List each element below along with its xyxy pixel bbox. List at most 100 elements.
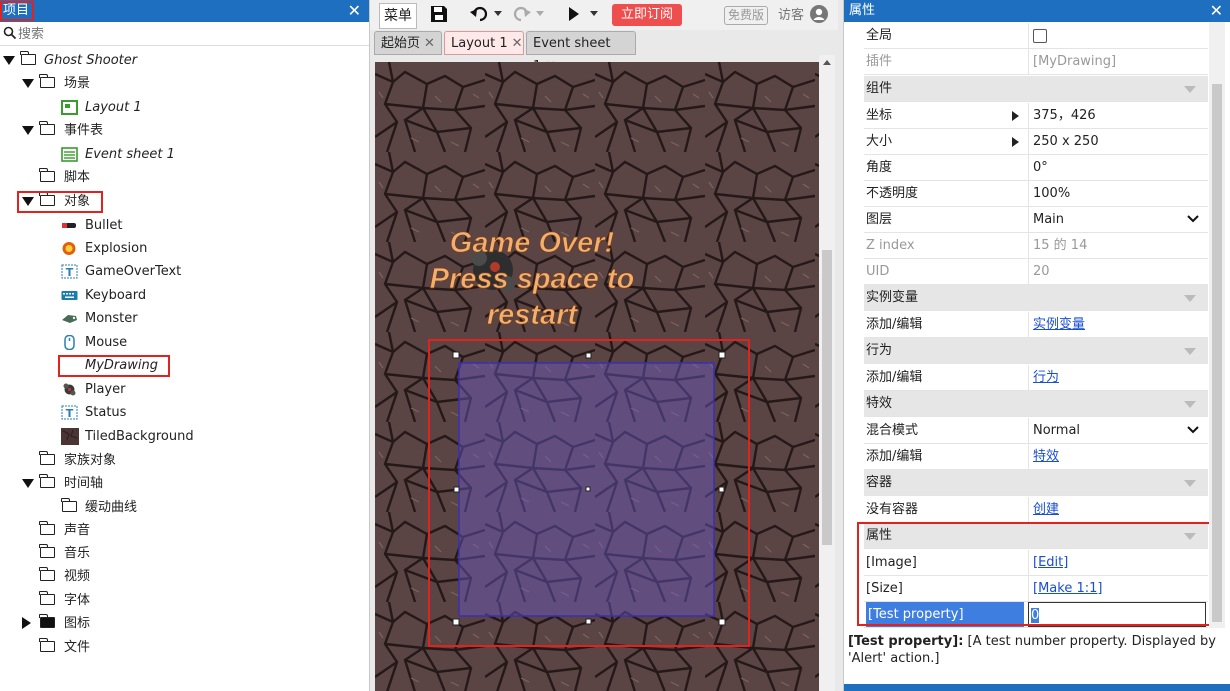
tree-folder-sounds[interactable]: 声音 xyxy=(22,519,322,542)
redo-dropdown-icon[interactable] xyxy=(536,11,544,17)
chevron-down-icon[interactable] xyxy=(1184,86,1196,93)
player-icon xyxy=(63,383,76,396)
layer-select[interactable]: Main xyxy=(1028,207,1205,232)
scrollbar-thumb[interactable] xyxy=(822,250,832,545)
tree-root-ghost-shooter[interactable]: Ghost Shooter xyxy=(3,49,363,72)
chevron-down-icon[interactable] xyxy=(1184,348,1196,355)
keyboard-icon xyxy=(61,291,78,300)
layout-icon xyxy=(61,100,78,115)
tab-start-page[interactable]: 起始页 ✕ xyxy=(374,31,442,55)
close-icon[interactable]: ✕ xyxy=(512,36,523,51)
prop-value[interactable]: 0° xyxy=(1028,155,1205,180)
canvas-vertical-scrollbar[interactable] xyxy=(819,55,835,691)
tree-item-event-sheet-1[interactable]: Event sheet 1 xyxy=(61,143,261,166)
tree-object-bullet[interactable]: Bullet xyxy=(61,214,261,237)
close-icon[interactable]: ✕ xyxy=(1210,1,1223,20)
layers-panel-header[interactable] xyxy=(844,684,1230,691)
tree-item-layout-1[interactable]: Layout 1 xyxy=(61,96,261,119)
prop-value[interactable]: 100% xyxy=(1028,181,1205,206)
instance-variables-link[interactable]: 实例变量 xyxy=(1033,317,1085,332)
chevron-down-icon[interactable] xyxy=(1187,212,1199,224)
folder-icon xyxy=(39,121,55,135)
properties-vertical-scrollbar[interactable] xyxy=(1209,22,1225,628)
redo-icon[interactable] xyxy=(511,6,531,22)
create-container-link[interactable]: 创建 xyxy=(1033,502,1059,517)
prop-category-container[interactable]: 容器 xyxy=(864,470,1208,496)
prop-row-plugin: 插件 [MyDrawing] xyxy=(864,49,1208,75)
layout-canvas[interactable]: Game Over! Press space to restart xyxy=(375,62,819,691)
tree-object-status[interactable]: T Status xyxy=(61,401,261,424)
folder-icon xyxy=(39,638,55,652)
tree-folder-easing[interactable]: 缓动曲线 xyxy=(61,496,261,519)
tree-folder-families[interactable]: 家族对象 xyxy=(22,449,322,472)
expand-arrow-icon[interactable] xyxy=(22,126,34,135)
behaviors-link[interactable]: 行为 xyxy=(1033,370,1059,385)
tree-label: 声音 xyxy=(64,523,91,538)
expand-arrow-icon[interactable] xyxy=(1012,111,1019,121)
tree-object-monster[interactable]: Monster xyxy=(61,307,261,330)
tree-folder-layouts[interactable]: 场景 xyxy=(22,72,322,95)
user-avatar-icon[interactable] xyxy=(810,5,828,23)
prop-key: UID xyxy=(866,264,890,279)
blend-mode-select[interactable]: Normal xyxy=(1028,418,1205,443)
tree-folder-files[interactable]: 文件 xyxy=(22,636,322,659)
game-over-text-line-1[interactable]: Game Over! xyxy=(449,227,615,260)
chevron-down-icon[interactable] xyxy=(1184,480,1196,487)
subscribe-button[interactable]: 立即订阅 xyxy=(612,4,683,26)
tree-folder-videos[interactable]: 视频 xyxy=(22,565,322,588)
game-over-text-line-3[interactable]: restart xyxy=(486,299,579,332)
tree-folder-scripts[interactable]: 脚本 xyxy=(22,166,322,189)
expand-arrow-icon[interactable] xyxy=(3,56,15,65)
game-over-text-line-2[interactable]: Press space to xyxy=(429,263,635,296)
save-icon[interactable] xyxy=(429,4,449,24)
svg-text:T: T xyxy=(66,266,74,279)
tree-object-keyboard[interactable]: Keyboard xyxy=(61,284,261,307)
prop-category-instance-variables[interactable]: 实例变量 xyxy=(864,285,1208,311)
menu-button[interactable]: 菜单 xyxy=(379,3,417,29)
undo-dropdown-icon[interactable] xyxy=(494,11,502,17)
prop-category-behaviors[interactable]: 行为 xyxy=(864,338,1208,364)
chevron-down-icon[interactable] xyxy=(1184,295,1196,302)
tree-folder-music[interactable]: 音乐 xyxy=(22,542,322,565)
tree-object-tiledbackground[interactable]: TiledBackground xyxy=(61,425,261,448)
expand-arrow-icon[interactable] xyxy=(22,479,34,488)
global-checkbox[interactable] xyxy=(1033,28,1047,43)
close-icon[interactable]: ✕ xyxy=(424,36,435,51)
tree-object-gameovertext[interactable]: T GameOverText xyxy=(61,260,261,283)
tree-object-explosion[interactable]: Explosion xyxy=(61,237,261,260)
prop-row-z-index: Z index 15 的 14 xyxy=(864,233,1208,259)
tree-label: Keyboard xyxy=(85,288,147,303)
play-icon[interactable] xyxy=(568,7,580,21)
tree-label: Event sheet 1 xyxy=(85,147,175,162)
collapse-arrow-icon[interactable] xyxy=(22,617,31,629)
scrollbar-thumb[interactable] xyxy=(1212,84,1222,622)
prop-key: 混合模式 xyxy=(866,423,919,438)
prop-value[interactable]: 375，426 xyxy=(1028,103,1205,128)
tree-folder-icons[interactable]: 图标 xyxy=(22,612,322,635)
tab-event-sheet-1[interactable]: Event sheet 1✕ xyxy=(526,31,636,74)
expand-arrow-icon[interactable] xyxy=(1012,137,1019,147)
prop-value-text: [MyDrawing] xyxy=(1033,54,1117,69)
tree-folder-timelines[interactable]: 时间轴 xyxy=(22,472,322,495)
prop-category-components[interactable]: 组件 xyxy=(864,76,1208,102)
effects-link[interactable]: 特效 xyxy=(1033,449,1059,464)
highlight-box-objects xyxy=(17,191,103,213)
chevron-down-icon[interactable] xyxy=(1187,423,1199,435)
close-icon[interactable]: ✕ xyxy=(348,1,361,20)
prop-category-effects[interactable]: 特效 xyxy=(864,391,1208,417)
search-input[interactable] xyxy=(16,24,360,44)
undo-icon[interactable] xyxy=(470,6,490,22)
tree-folder-fonts[interactable]: 字体 xyxy=(22,589,322,612)
tree-folder-event-sheets[interactable]: 事件表 xyxy=(22,119,322,142)
expand-arrow-icon[interactable] xyxy=(22,79,34,88)
play-dropdown-icon[interactable] xyxy=(590,11,598,17)
prop-value[interactable]: 250 x 250 xyxy=(1028,129,1205,154)
scroll-up-icon[interactable] xyxy=(823,60,831,65)
guest-label[interactable]: 访客 xyxy=(778,4,804,28)
project-panel-header: 项目 ✕ xyxy=(0,0,369,22)
tab-layout-1[interactable]: Layout 1 ✕ xyxy=(444,31,524,55)
chevron-down-icon[interactable] xyxy=(1184,401,1196,408)
prop-category-label: 实例变量 xyxy=(866,290,919,305)
tree-object-mouse[interactable]: Mouse xyxy=(61,331,261,354)
tree-object-player[interactable]: Player xyxy=(61,378,261,401)
